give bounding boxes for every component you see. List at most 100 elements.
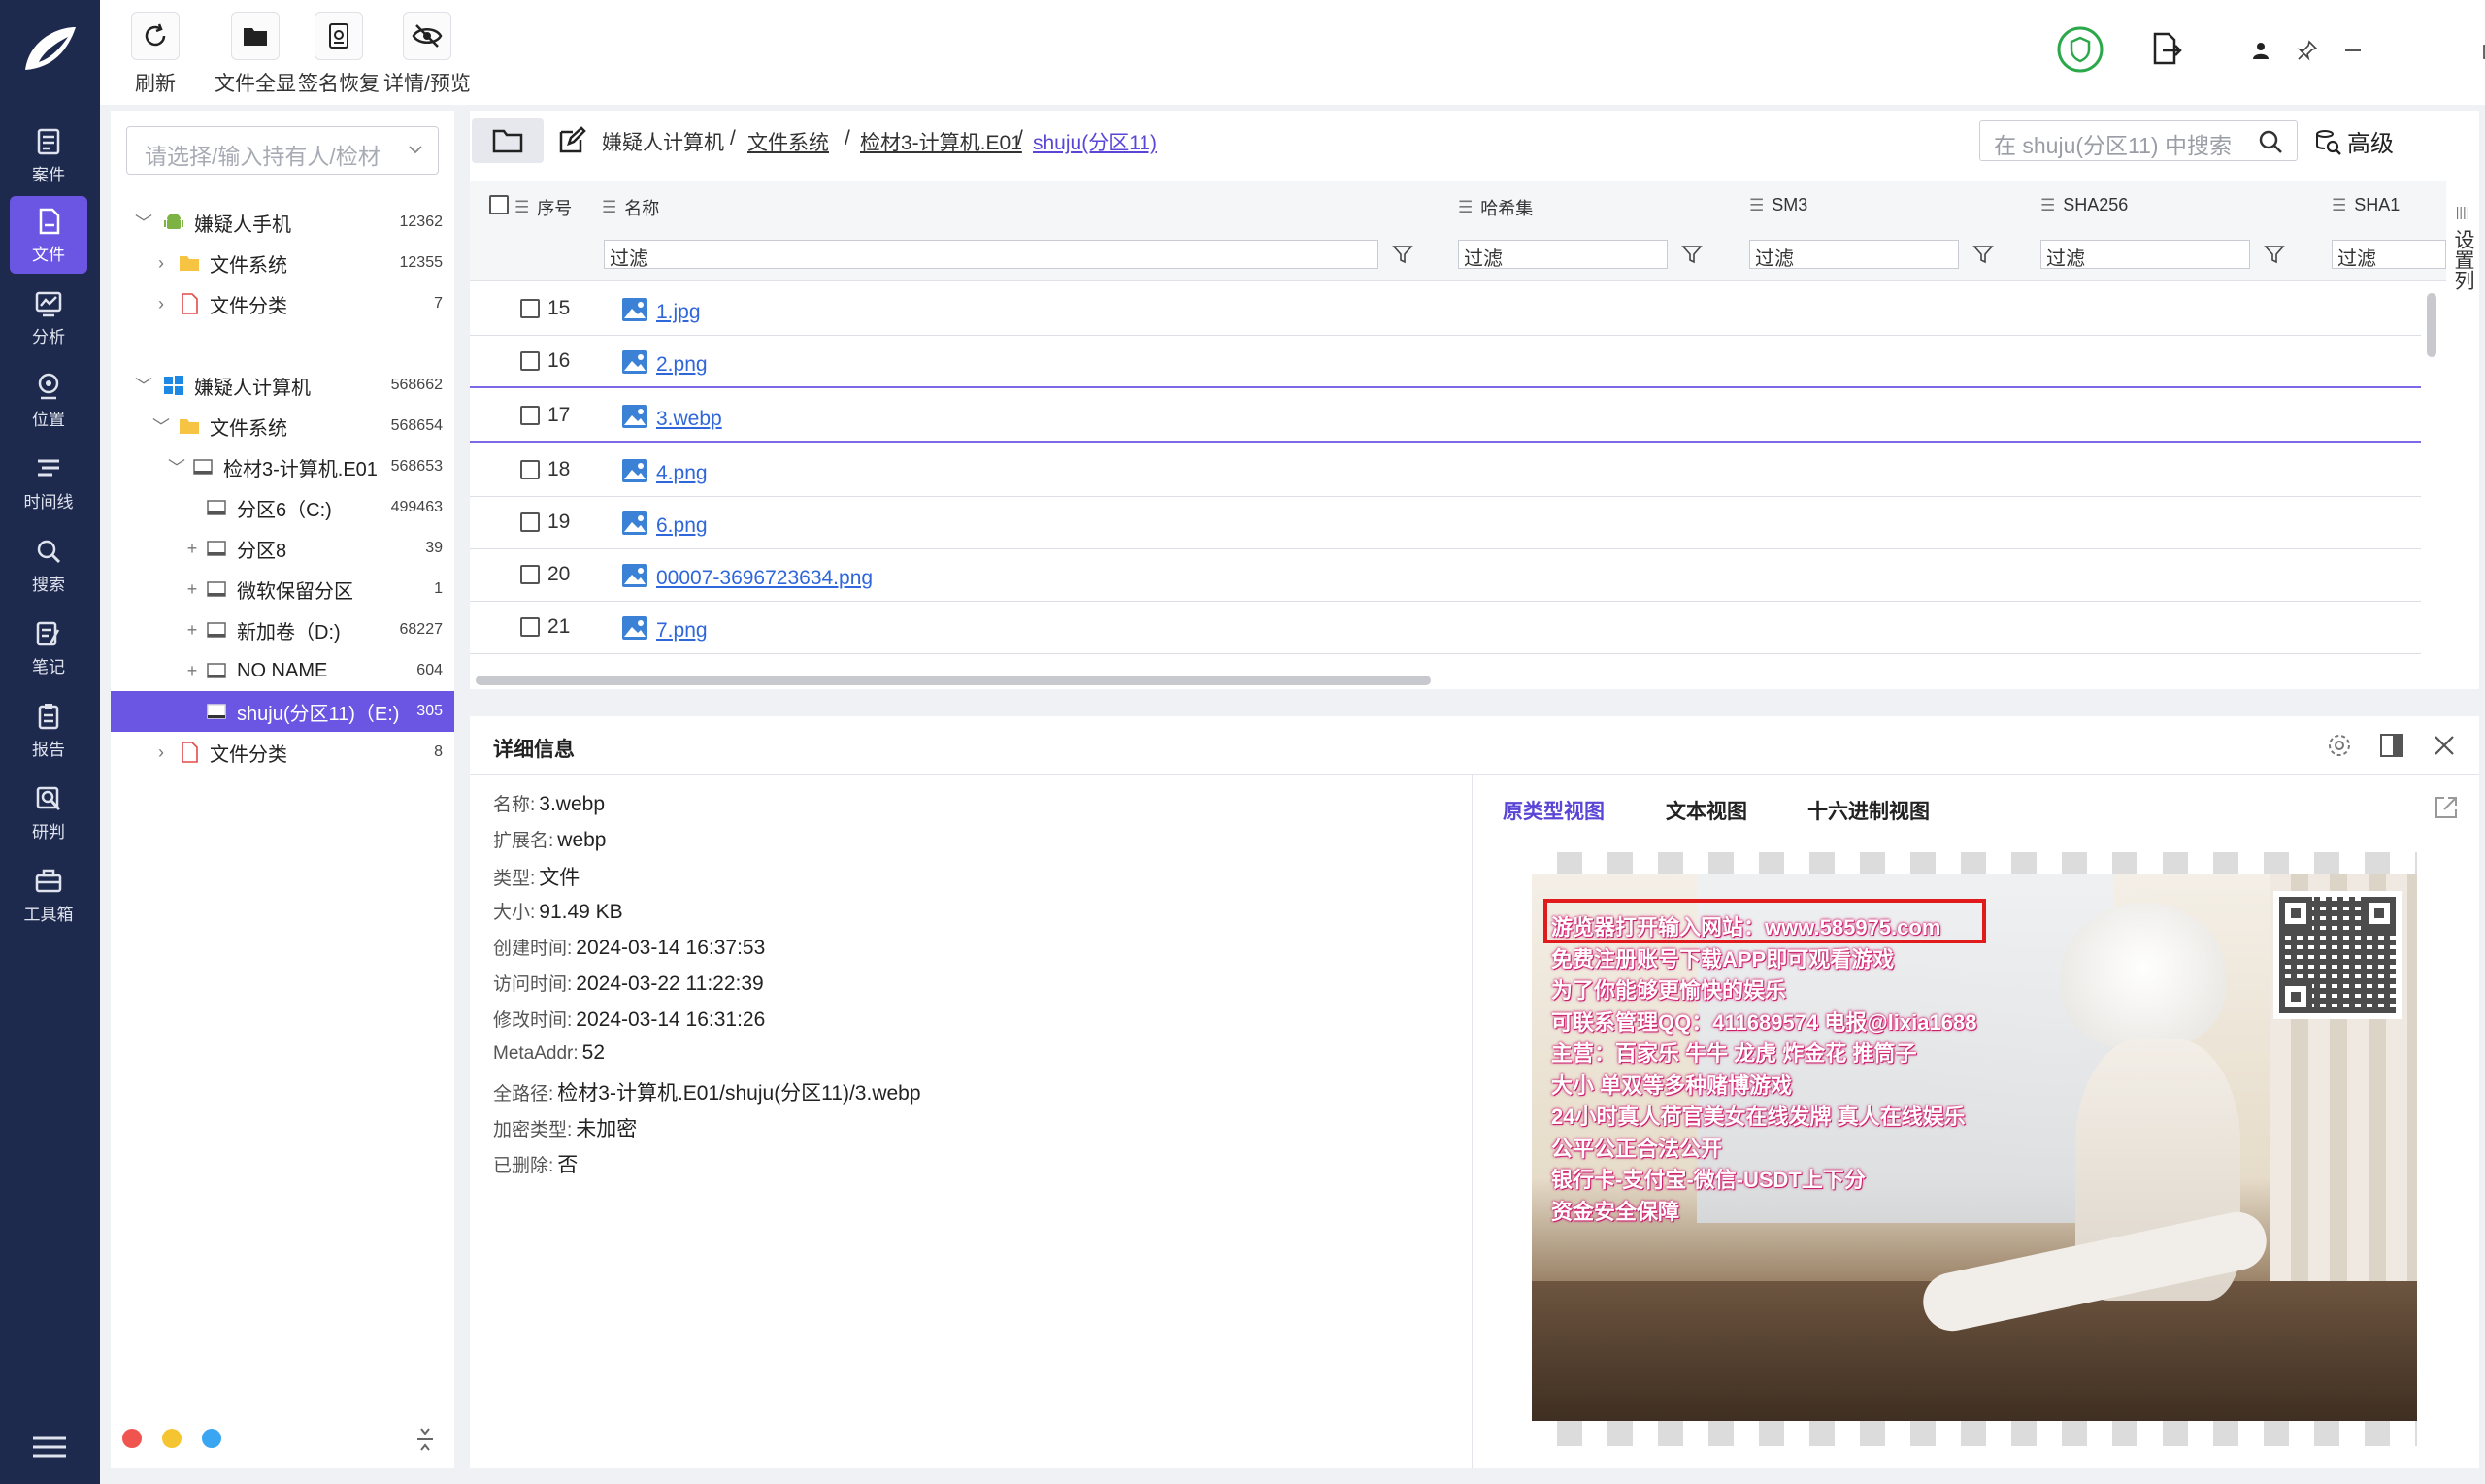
- row-file-name[interactable]: 7.png: [656, 619, 708, 643]
- nav-research[interactable]: 研判: [10, 774, 87, 851]
- column-header-seq[interactable]: ☰ 序号: [514, 195, 572, 220]
- status-dot-blue[interactable]: [202, 1429, 221, 1448]
- menu-icon[interactable]: [31, 1435, 68, 1460]
- collapse-chevron-icon[interactable]: ﹀: [151, 413, 171, 439]
- breadcrumb-current[interactable]: shuju(分区11): [1033, 132, 1157, 154]
- expand-plus-icon[interactable]: +: [182, 661, 202, 681]
- search-input[interactable]: 在 shuju(分区11) 中搜索: [1979, 120, 2298, 161]
- row-checkbox[interactable]: [520, 299, 540, 318]
- table-row[interactable]: 20 00007-3696723634.png: [470, 549, 2421, 602]
- name-filter-input[interactable]: 过滤: [604, 240, 1378, 270]
- hash-set-filter-input[interactable]: 过滤: [1458, 240, 1668, 270]
- tree-node-shuju-partition[interactable]: shuju(分区11)（E:) 305: [111, 691, 454, 732]
- tab-original-view[interactable]: 原类型视图: [1503, 796, 1605, 825]
- export-button[interactable]: [2148, 31, 2183, 66]
- column-menu-icon[interactable]: ☰: [2332, 196, 2346, 215]
- table-row-selected[interactable]: 17 3.webp: [470, 390, 2421, 443]
- sm3-filter-input[interactable]: 过滤: [1749, 240, 1959, 270]
- row-file-name[interactable]: 00007-3696723634.png: [656, 567, 873, 590]
- breadcrumb-item[interactable]: 文件系统: [747, 132, 829, 154]
- row-checkbox[interactable]: [520, 351, 540, 371]
- expand-chevron-icon[interactable]: ›: [151, 253, 171, 274]
- filter-icon[interactable]: [1681, 244, 1703, 265]
- row-file-name[interactable]: 6.png: [656, 514, 708, 538]
- expand-plus-icon[interactable]: +: [182, 539, 202, 559]
- expand-chevron-icon[interactable]: ›: [151, 294, 171, 314]
- column-menu-icon[interactable]: ☰: [1749, 196, 1764, 215]
- row-checkbox[interactable]: [520, 406, 540, 425]
- nav-timeline[interactable]: 时间线: [10, 444, 87, 521]
- collapse-chevron-icon[interactable]: ﹀: [134, 373, 153, 398]
- table-row[interactable]: 21 7.png: [470, 602, 2421, 654]
- restore-button[interactable]: [2474, 33, 2485, 68]
- tree-node-phone-categories[interactable]: › 文件分类 7: [111, 283, 454, 324]
- row-file-name[interactable]: 3.webp: [656, 408, 722, 431]
- tree-node-partition-c[interactable]: 分区6（C:) 499463: [111, 487, 454, 528]
- column-menu-icon[interactable]: ☰: [602, 198, 616, 217]
- settings-gear-icon[interactable]: [2326, 732, 2353, 759]
- filter-icon[interactable]: [1392, 244, 1413, 265]
- vertical-scrollbar[interactable]: [2427, 293, 2436, 357]
- advanced-search-button[interactable]: 高级: [2314, 124, 2394, 158]
- nav-analysis[interactable]: 分析: [10, 279, 87, 356]
- tree-node-computer-filesystem[interactable]: ﹀ 文件系统 568654: [111, 406, 454, 446]
- detail-preview-button[interactable]: 详情/预览: [383, 12, 471, 97]
- show-all-files-button[interactable]: 文件全显: [215, 12, 296, 97]
- search-icon[interactable]: [2258, 129, 2283, 154]
- column-header-name[interactable]: ☰ 名称: [602, 195, 659, 220]
- expand-plus-icon[interactable]: +: [182, 620, 202, 641]
- refresh-button[interactable]: 刷新: [131, 12, 180, 97]
- nav-notes[interactable]: 笔记: [10, 609, 87, 686]
- column-menu-icon[interactable]: ☰: [514, 198, 529, 217]
- close-icon[interactable]: [2431, 732, 2458, 759]
- nav-report[interactable]: 报告: [10, 691, 87, 769]
- nav-location[interactable]: 位置: [10, 361, 87, 439]
- tree-node-computer[interactable]: ﹀ 嫌疑人计算机 568662: [111, 365, 454, 406]
- user-button[interactable]: [2243, 33, 2278, 68]
- column-settings-button[interactable]: |||| 设置列: [2446, 181, 2479, 423]
- nav-toolbox[interactable]: 工具箱: [10, 856, 87, 934]
- row-checkbox[interactable]: [520, 512, 540, 532]
- filter-icon[interactable]: [1972, 244, 1994, 265]
- table-row[interactable]: 16 2.png: [470, 336, 2421, 388]
- collapse-panel-icon[interactable]: [414, 1425, 437, 1454]
- row-checkbox[interactable]: [520, 565, 540, 584]
- table-row[interactable]: 15 1.jpg: [470, 283, 2421, 336]
- tree-node-no-name[interactable]: + NO NAME 604: [111, 650, 454, 691]
- filter-icon[interactable]: [2264, 244, 2285, 265]
- column-header-sm3[interactable]: ☰ SM3: [1749, 195, 1807, 215]
- minimize-button[interactable]: [2336, 33, 2370, 68]
- column-header-sha256[interactable]: ☰ SHA256: [2040, 195, 2128, 215]
- tree-node-msr-partition[interactable]: + 微软保留分区 1: [111, 569, 454, 610]
- status-dot-yellow[interactable]: [162, 1429, 182, 1448]
- breadcrumb-item[interactable]: 检材3-计算机.E01: [860, 132, 1022, 154]
- row-file-name[interactable]: 2.png: [656, 353, 708, 377]
- holder-selector[interactable]: 请选择/输入持有人/检材: [126, 126, 439, 175]
- nav-file[interactable]: 文件: [10, 196, 87, 274]
- row-checkbox[interactable]: [520, 460, 540, 479]
- tree-node-image-e01[interactable]: ﹀ 检材3-计算机.E01 568653: [111, 446, 454, 487]
- column-menu-icon[interactable]: ☰: [1458, 198, 1473, 217]
- expand-plus-icon[interactable]: +: [182, 579, 202, 600]
- tab-hex-view[interactable]: 十六进制视图: [1807, 796, 1930, 825]
- signature-recover-button[interactable]: 签名恢复: [298, 12, 380, 97]
- nav-case[interactable]: 案件: [10, 116, 87, 194]
- horizontal-scrollbar[interactable]: [476, 676, 1431, 685]
- sha1-filter-input[interactable]: 过滤: [2332, 240, 2446, 270]
- tree-node-partition-8[interactable]: + 分区8 39: [111, 528, 454, 569]
- column-header-hash-set[interactable]: ☰ 哈希集: [1458, 195, 1533, 220]
- expand-chevron-icon[interactable]: ›: [151, 742, 171, 763]
- split-layout-icon[interactable]: [2378, 732, 2405, 759]
- row-file-name[interactable]: 4.png: [656, 462, 708, 485]
- tree-node-volume-d[interactable]: + 新加卷（D:) 68227: [111, 610, 454, 650]
- nav-search[interactable]: 搜索: [10, 526, 87, 604]
- status-dot-red[interactable]: [122, 1429, 142, 1448]
- row-checkbox[interactable]: [520, 617, 540, 637]
- row-file-name[interactable]: 1.jpg: [656, 301, 701, 324]
- collapse-chevron-icon[interactable]: ﹀: [167, 454, 186, 479]
- tree-node-computer-categories[interactable]: › 文件分类 8: [111, 732, 454, 773]
- select-all-checkbox[interactable]: [489, 195, 509, 214]
- tree-node-phone[interactable]: ﹀ 嫌疑人手机 12362: [111, 202, 454, 243]
- pin-button[interactable]: [2290, 33, 2325, 68]
- folder-view-button[interactable]: [472, 118, 544, 163]
